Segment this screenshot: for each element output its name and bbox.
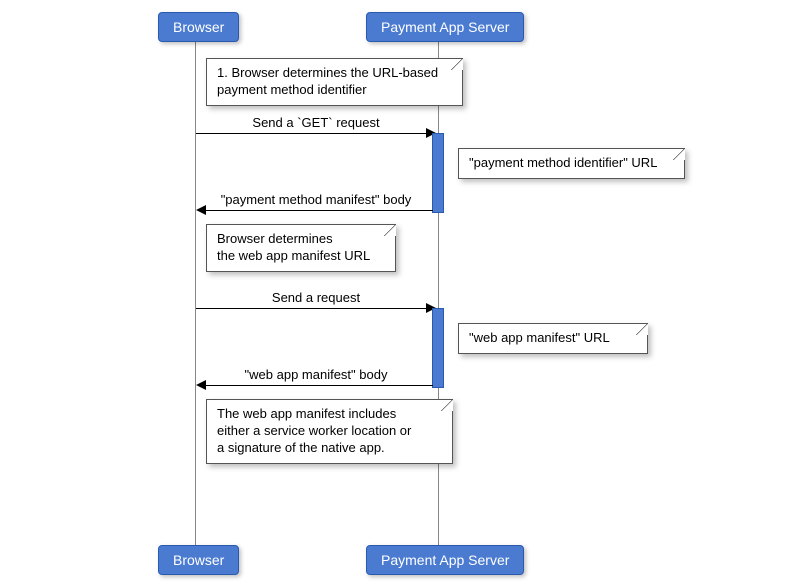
lifeline-server	[438, 42, 439, 545]
participant-browser-bottom: Browser	[158, 545, 239, 575]
note-text: 1. Browser determines the URL-basedpayme…	[217, 65, 438, 97]
note-text: "web app manifest" URL	[469, 330, 610, 345]
message-get	[196, 133, 432, 134]
participant-label: Browser	[173, 552, 224, 568]
message-wam	[205, 385, 433, 386]
message-label-get: Send a `GET` request	[196, 115, 436, 130]
note-text: "payment method identifier" URL	[469, 155, 657, 170]
participant-server-top: Payment App Server	[366, 12, 524, 42]
participant-label: Browser	[173, 19, 224, 35]
participant-label: Payment App Server	[381, 19, 509, 35]
note-text: Browser determinesthe web app manifest U…	[217, 231, 370, 263]
participant-label: Payment App Server	[381, 552, 509, 568]
message-label-pmm: "payment method manifest" body	[196, 192, 436, 207]
participant-server-bottom: Payment App Server	[366, 545, 524, 575]
note-wam-url: "web app manifest" URL	[458, 323, 648, 354]
arrow-left-icon	[196, 380, 206, 390]
note-pmi-url: "payment method identifier" URL	[458, 148, 685, 179]
arrow-left-icon	[196, 205, 206, 215]
note-text: The web app manifest includeseither a se…	[217, 406, 411, 455]
message-req	[196, 308, 432, 309]
note-wam-contents: The web app manifest includeseither a se…	[206, 399, 453, 464]
message-label-req: Send a request	[196, 290, 436, 305]
note-initial: 1. Browser determines the URL-basedpayme…	[206, 58, 463, 106]
message-pmm	[205, 210, 433, 211]
participant-browser-top: Browser	[158, 12, 239, 42]
note-wam-url-determine: Browser determinesthe web app manifest U…	[206, 224, 396, 272]
sequence-diagram: { "participants": { "browser": "Browser"…	[0, 0, 800, 587]
message-label-wam: "web app manifest" body	[196, 367, 436, 382]
